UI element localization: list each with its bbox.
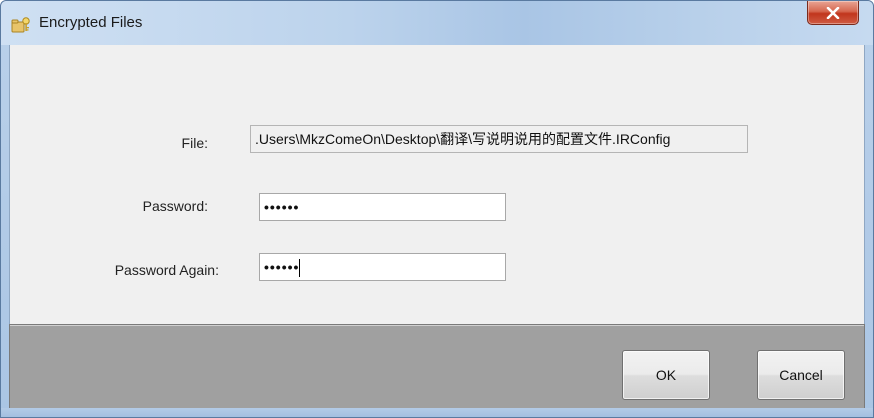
close-button[interactable] [807, 1, 859, 25]
dialog-body: File: .Users\MkzComeOn\Desktop\翻译\写说明说用的… [9, 45, 865, 324]
cancel-button[interactable]: Cancel [757, 350, 845, 400]
password-label: Password: [142, 198, 208, 214]
password-again-label: Password Again: [114, 262, 219, 278]
password-again-field[interactable]: •••••• [259, 253, 506, 281]
ok-button[interactable]: OK [622, 350, 710, 400]
password-value: •••••• [264, 199, 300, 215]
text-caret [299, 259, 301, 278]
window-title: Encrypted Files [39, 14, 143, 31]
key-folder-icon [11, 16, 31, 34]
close-icon [826, 6, 840, 19]
encrypted-files-dialog: Encrypted Files File: .Users\MkzComeOn\D… [0, 0, 874, 418]
button-bar: OK Cancel [9, 324, 865, 410]
file-path-field[interactable]: .Users\MkzComeOn\Desktop\翻译\写说明说用的配置文件.I… [250, 125, 748, 153]
password-field[interactable]: •••••• [259, 193, 506, 221]
password-again-value: •••••• [264, 259, 300, 275]
title-bar[interactable]: Encrypted Files [1, 1, 873, 45]
window-frame-bottom [1, 408, 873, 417]
file-label: File: [181, 135, 208, 151]
